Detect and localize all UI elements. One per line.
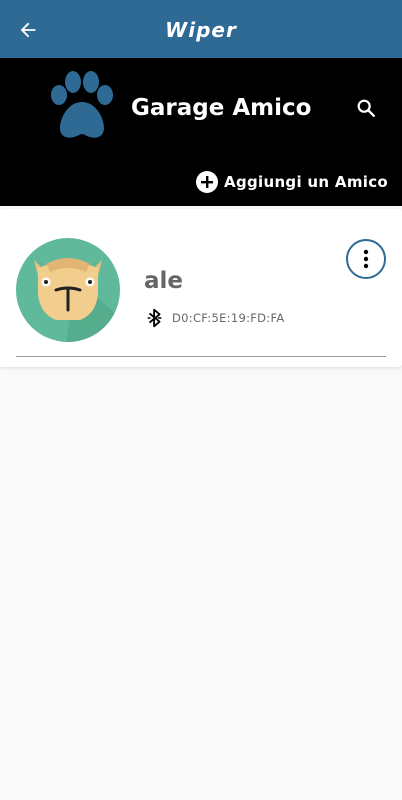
app-logo: Wiper: [155, 18, 247, 44]
back-button[interactable]: [12, 14, 44, 46]
camel-avatar: [16, 238, 120, 342]
more-vertical-icon: [363, 249, 369, 269]
friend-name: ale: [144, 268, 184, 294]
page-title: Garage Amico: [131, 95, 312, 121]
friend-menu-button[interactable]: [346, 239, 386, 279]
arrow-left-icon: [20, 22, 36, 38]
page-header: Garage Amico Aggiungi un Amico: [0, 58, 402, 206]
add-friend-button[interactable]: Aggiungi un Amico: [196, 170, 388, 194]
device-info: D0:CF:5E:19:FD:FA: [146, 307, 285, 329]
paw-icon: [51, 71, 113, 138]
plus-circle-icon: [196, 171, 219, 193]
bluetooth-icon: [147, 308, 162, 328]
search-button[interactable]: [350, 92, 382, 124]
mac-address: D0:CF:5E:19:FD:FA: [172, 311, 285, 325]
add-friend-label: Aggiungi un Amico: [224, 173, 388, 191]
search-icon: [357, 99, 375, 117]
logo-text: Wiper: [165, 18, 237, 42]
friend-card[interactable]: ale D0:CF:5E:19:FD:FA: [0, 209, 402, 367]
app-bar: Wiper: [0, 0, 402, 58]
card-divider: [16, 356, 386, 357]
